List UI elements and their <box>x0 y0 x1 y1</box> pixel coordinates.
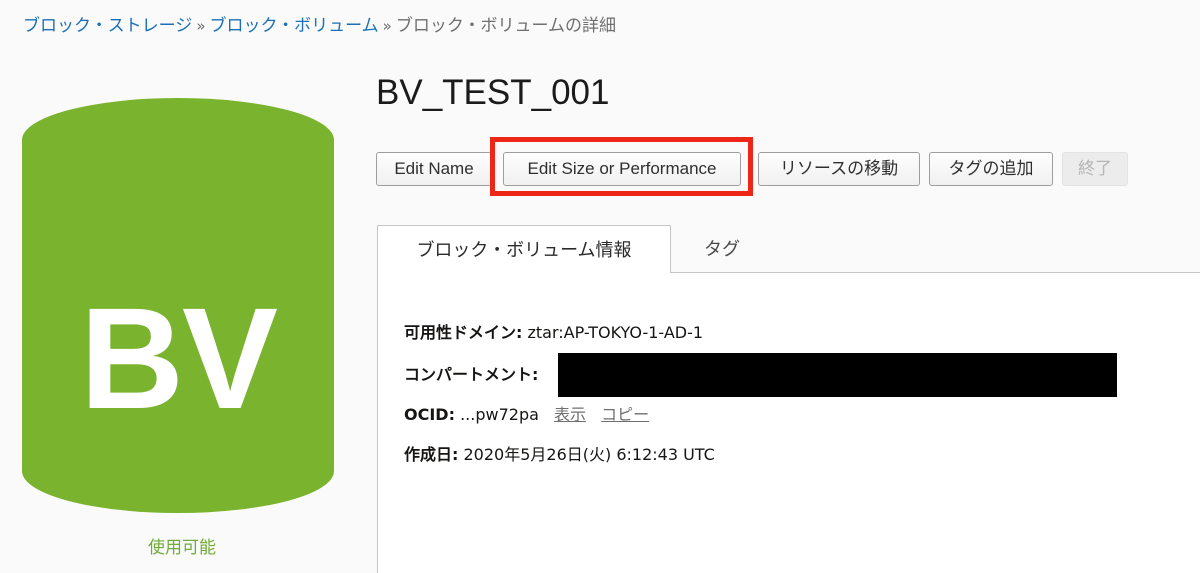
ocid-copy-link[interactable]: コピー <box>601 405 649 424</box>
badge-text: BV <box>79 278 278 439</box>
created-label: 作成日: <box>404 445 459 464</box>
tab-tags[interactable]: タグ <box>672 225 772 273</box>
breadcrumb: ブロック・ストレージ» ブロック・ボリューム» ブロック・ボリュームの詳細 <box>23 14 616 38</box>
availability-domain-value: ztar:AP-TOKYO-1-AD-1 <box>527 323 704 342</box>
breadcrumb-block-volumes[interactable]: ブロック・ボリューム <box>210 16 379 36</box>
breadcrumb-separator: » <box>196 17 206 35</box>
compartment-label: コンパートメント: <box>404 365 539 384</box>
redacted-compartment-value <box>558 353 1117 397</box>
breadcrumb-block-storage[interactable]: ブロック・ストレージ <box>23 16 192 36</box>
terminate-button[interactable]: 終了 <box>1062 152 1128 186</box>
availability-domain-row: 可用性ドメイン: ztar:AP-TOKYO-1-AD-1 <box>404 322 703 344</box>
created-value: 2020年5月26日(火) 6:12:43 UTC <box>463 445 715 464</box>
tab-volume-info[interactable]: ブロック・ボリューム情報 <box>377 225 671 273</box>
highlight-box <box>490 137 753 196</box>
page-title: BV_TEST_001 <box>376 73 610 112</box>
breadcrumb-separator: » <box>382 17 392 35</box>
breadcrumb-current: ブロック・ボリュームの詳細 <box>395 16 617 36</box>
move-resource-button[interactable]: リソースの移動 <box>758 152 920 186</box>
compartment-row: コンパートメント: <box>404 364 538 386</box>
ocid-value: ...pw72pa <box>460 405 539 424</box>
block-volume-details-page: ブロック・ストレージ» ブロック・ボリューム» ブロック・ボリュームの詳細 BV 使… <box>0 0 1200 573</box>
add-tag-button[interactable]: タグの追加 <box>929 152 1053 186</box>
ocid-row: OCID: ...pw72pa 表示 コピー <box>404 404 649 426</box>
ocid-label: OCID: <box>404 405 455 424</box>
volume-badge: BV <box>22 98 334 513</box>
availability-domain-label: 可用性ドメイン: <box>404 323 523 342</box>
status-label: 使用可能 <box>148 538 216 558</box>
created-row: 作成日: 2020年5月26日(火) 6:12:43 UTC <box>404 444 715 466</box>
ocid-show-link[interactable]: 表示 <box>554 405 586 424</box>
edit-name-button[interactable]: Edit Name <box>376 152 492 186</box>
